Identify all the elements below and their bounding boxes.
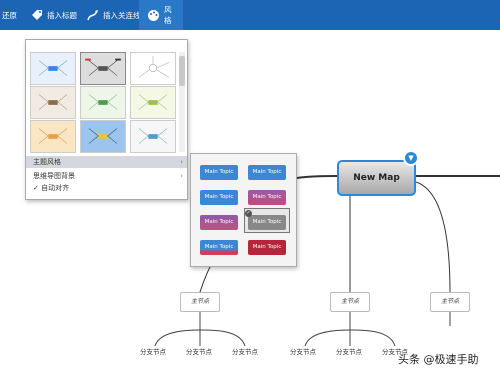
chevron-right-icon: ›: [180, 172, 183, 180]
menu-item-label: 思维导图背景: [33, 172, 75, 180]
style-label: 风格: [164, 5, 172, 25]
theme-thumbnail[interactable]: [130, 52, 176, 85]
chevron-right-icon: ›: [180, 158, 183, 166]
undo-label: 还原: [2, 10, 17, 20]
central-topic-node[interactable]: New Map: [337, 160, 416, 196]
style-button[interactable]: 风格: [139, 0, 183, 30]
insert-link-button[interactable]: 插入关连线: [86, 0, 141, 30]
watermark: 头条 @极速手助: [398, 353, 479, 366]
theme-thumbnail-selected[interactable]: [80, 52, 126, 85]
menu-item-map-background[interactable]: 思维导图背景 ›: [26, 170, 187, 182]
collapse-toggle-icon[interactable]: ▼: [403, 150, 419, 166]
thumbnail-scrollbar[interactable]: [179, 52, 185, 152]
theme-thumbnail[interactable]: [80, 120, 126, 153]
theme-thumbnail[interactable]: [130, 86, 176, 119]
branch-node[interactable]: 分支节点: [336, 346, 362, 356]
theme-option-blue-flat[interactable]: Main Topic: [200, 190, 238, 205]
branch-node[interactable]: 分支节点: [290, 346, 316, 356]
checkmark-icon: ✓: [245, 210, 252, 217]
menu-item-theme-style[interactable]: 主题风格 ›: [26, 156, 187, 168]
branch-node[interactable]: 分支节点: [140, 346, 166, 356]
theme-thumbnail[interactable]: [80, 86, 126, 119]
theme-option-blue[interactable]: Main Topic: [200, 165, 238, 180]
theme-option-purple-gradient[interactable]: Main Topic: [248, 190, 286, 205]
insert-title-label: 插入标题: [47, 10, 77, 20]
tag-icon: [30, 9, 43, 22]
theme-option-red[interactable]: Main Topic: [248, 240, 286, 255]
menu-item-label: ✓ 自动对齐: [33, 184, 70, 192]
theme-thumbnail[interactable]: [30, 120, 76, 153]
theme-option-light-blue[interactable]: Main Topic: [248, 165, 286, 180]
branch-node[interactable]: 分支节点: [232, 346, 258, 356]
theme-thumbnail[interactable]: [130, 120, 176, 153]
insert-title-button[interactable]: 插入标题: [30, 0, 77, 30]
toolbar: 还原 插入标题 插入关连线 风格: [0, 0, 500, 30]
undo-button[interactable]: 还原: [0, 0, 17, 30]
scrollbar-thumb[interactable]: [179, 56, 185, 86]
theme-thumbnail[interactable]: [30, 52, 76, 85]
theme-option-blue-red[interactable]: Main Topic: [200, 240, 238, 255]
main-topic-node[interactable]: 主节点: [430, 292, 470, 312]
theme-option-purple[interactable]: Main Topic: [200, 215, 238, 230]
main-topic-node[interactable]: 主节点: [180, 292, 220, 312]
theme-option-gray-selected[interactable]: Main Topic: [248, 215, 286, 230]
theme-thumbnail[interactable]: [30, 86, 76, 119]
link-curve-icon: [86, 9, 99, 22]
branch-node[interactable]: 分支节点: [186, 346, 212, 356]
insert-link-label: 插入关连线: [103, 10, 141, 20]
palette-icon: [147, 9, 160, 22]
menu-item-label: 主题风格: [33, 158, 61, 166]
menu-item-auto-align[interactable]: ✓ 自动对齐: [26, 182, 187, 194]
main-topic-node[interactable]: 主节点: [330, 292, 370, 312]
